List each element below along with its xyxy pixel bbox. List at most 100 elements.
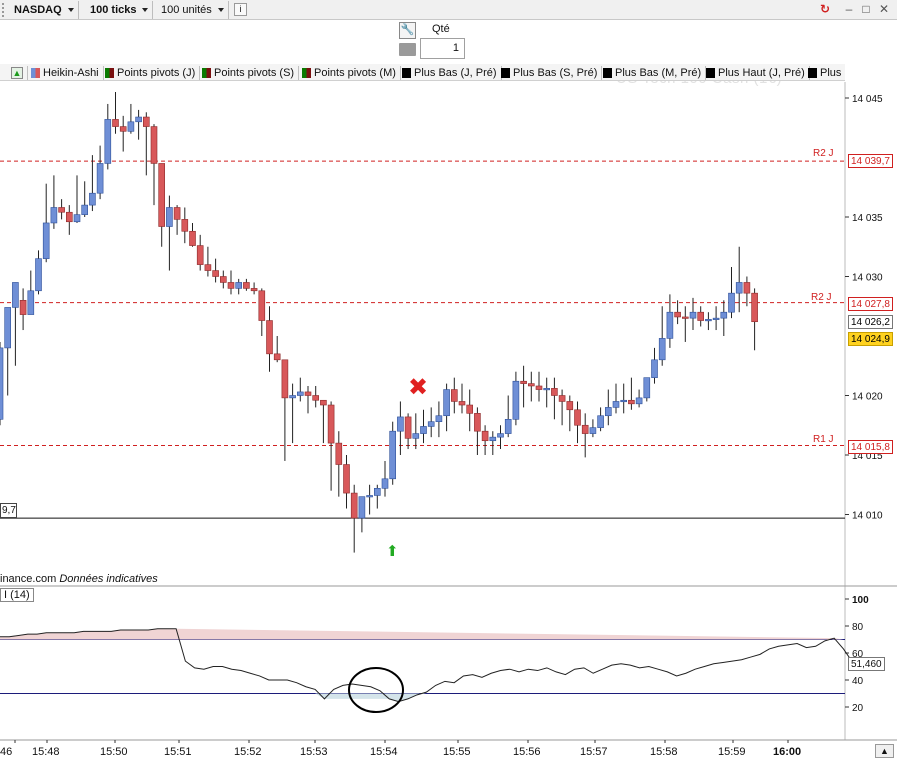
- candle-body: [628, 399, 635, 405]
- candle-body: [643, 377, 651, 399]
- legend-item-label: Points pivots (S): [214, 67, 295, 79]
- candle-body: [227, 282, 235, 289]
- candle-body: [674, 311, 681, 318]
- candle-body: [19, 299, 27, 315]
- time-axis-label: 15:52: [234, 746, 262, 758]
- candle-body: [427, 421, 435, 427]
- legend-item-label: Heikin-Ashi: [43, 67, 99, 79]
- candle-body: [697, 311, 705, 321]
- legend-toggle-icon: ▲: [11, 67, 23, 79]
- candle-body: [705, 319, 712, 322]
- time-axis-label: 15:54: [370, 746, 398, 758]
- legend-item-low-month[interactable]: Plus Bas (M, Pré): [600, 66, 707, 80]
- price-label-pivot: 14 039,7: [848, 154, 893, 168]
- legend-item-more[interactable]: Plus: [805, 66, 845, 80]
- legend-item-pivots-month[interactable]: Points pivots (M): [299, 66, 401, 80]
- legend-item-low-day[interactable]: Plus Bas (J, Pré): [399, 66, 502, 80]
- candle-body: [658, 338, 666, 361]
- legend-item-label: Plus: [820, 67, 842, 79]
- candle-body: [504, 418, 512, 434]
- candle-body: [635, 397, 643, 405]
- candle-body: [681, 316, 689, 319]
- candle-body: [296, 391, 304, 396]
- candle-body: [489, 436, 497, 442]
- legend-item-low-week[interactable]: Plus Bas (S, Pré): [498, 66, 603, 80]
- candle-body: [566, 401, 574, 411]
- legend-item-label: Points pivots (M): [314, 67, 396, 79]
- pivot-swatch: [202, 68, 211, 78]
- candle-body: [466, 404, 474, 414]
- candle-body: [458, 401, 466, 406]
- time-axis-label: 15:59: [718, 746, 746, 758]
- candle-body: [158, 163, 165, 227]
- line-swatch: [808, 68, 817, 78]
- candle-body: [474, 413, 481, 432]
- time-axis-label: 15:53: [300, 746, 328, 758]
- time-axis-label: 15:50: [100, 746, 128, 758]
- scroll-up-icon[interactable]: ▲: [875, 744, 894, 758]
- candle-body: [558, 395, 566, 402]
- source-site: inance.com: [0, 573, 57, 585]
- candle-body: [720, 311, 728, 319]
- candle-body: [497, 433, 504, 438]
- candle-body: [443, 389, 450, 417]
- pivot-swatch: [105, 68, 114, 78]
- candle-body: [651, 359, 658, 378]
- candle-body: [535, 385, 543, 390]
- time-axis-label: 15:56: [513, 746, 541, 758]
- trading-chart-window: NASDAQ 100 ticks 100 unités i ↻ – □ ✕ 🔧 …: [0, 0, 897, 761]
- candle-body: [358, 496, 366, 519]
- legend-toggle[interactable]: ▲: [0, 66, 28, 80]
- legend-item-pivots-day[interactable]: Points pivots (J): [102, 66, 201, 80]
- candle-body: [420, 426, 427, 434]
- candle-body: [50, 207, 58, 224]
- price-label-last: 14 024,9: [848, 332, 893, 346]
- price-tick-label: 14 045: [852, 94, 883, 105]
- candle-body: [266, 320, 273, 355]
- rsi-tick-label: 80: [852, 622, 864, 633]
- candle-body: [435, 415, 443, 422]
- candle-body: [204, 264, 212, 271]
- candle-body: [751, 292, 758, 323]
- candle-body: [350, 492, 358, 519]
- rsi-tick-label: 100: [852, 595, 869, 606]
- buy-marker-icon: ⬆: [386, 542, 399, 560]
- candle-body: [150, 126, 158, 164]
- candle-body: [597, 415, 604, 428]
- candle-body: [551, 388, 558, 396]
- price-tick-label: 14 035: [852, 213, 883, 224]
- candle-body: [189, 230, 196, 246]
- candle-body: [127, 121, 135, 132]
- pivot-tag-r1: R1 J: [813, 434, 834, 445]
- legend-item-pivots-week[interactable]: Points pivots (S): [199, 66, 300, 80]
- candle-body: [581, 424, 589, 434]
- candle-body: [389, 430, 397, 480]
- legend-item-label: Points pivots (J): [117, 67, 196, 79]
- legend-item-heikin-ashi[interactable]: Heikin-Ashi: [28, 66, 104, 80]
- legend-item-label: Plus Bas (M, Pré): [615, 67, 702, 79]
- time-axis-label: 15:58: [650, 746, 678, 758]
- pivot-swatch: [302, 68, 311, 78]
- candle-body: [689, 311, 697, 319]
- rsi-indicator-label[interactable]: I (14): [0, 588, 34, 602]
- legend-item-label: Plus Bas (J, Pré): [414, 67, 497, 79]
- candle-body: [512, 380, 520, 420]
- candle-body: [450, 389, 458, 402]
- candle-body: [520, 380, 527, 384]
- candle-body: [243, 282, 250, 289]
- candle-body: [304, 391, 312, 396]
- candle-body: [712, 317, 720, 320]
- legend-item-label: Plus Haut (J, Pré): [718, 67, 805, 79]
- price-label-pivot: 14 027,8: [848, 297, 893, 311]
- data-source-label: inance.com Données indicatives: [0, 573, 158, 585]
- candle-body: [235, 282, 242, 289]
- legend-item-high-day[interactable]: Plus Haut (J, Pré): [703, 66, 810, 80]
- candle-body: [281, 359, 289, 399]
- pivot-tag-r2: R2 J: [813, 148, 834, 159]
- candle-body: [312, 395, 320, 401]
- candle-body: [119, 126, 127, 132]
- candle-body: [89, 192, 96, 206]
- rsi-tick-label: 20: [852, 703, 864, 714]
- price-chart[interactable]: 14 04514 03514 03014 02014 01514 010✖⬆10…: [0, 0, 897, 761]
- candle-body: [589, 427, 597, 434]
